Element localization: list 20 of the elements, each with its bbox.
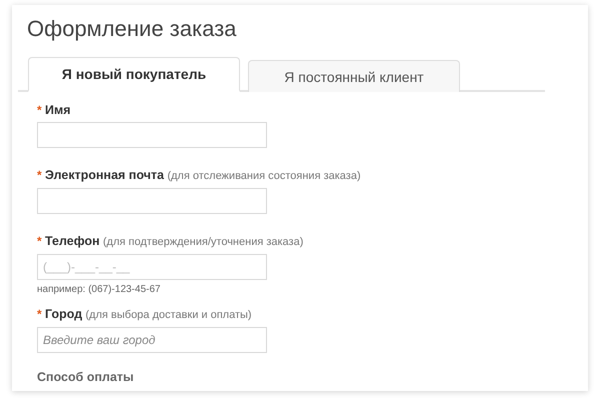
field-label: Электронная почта (45, 168, 164, 182)
field-label: Имя (45, 103, 71, 117)
tab[interactable]: Я новый покупатель (28, 57, 240, 92)
field-label: Телефон (45, 234, 100, 248)
field-note: (для подтверждения/уточнения заказа) (103, 236, 304, 248)
input-field[interactable]: Введите ваш город (37, 327, 267, 353)
field-label: Город (45, 307, 82, 321)
input-field[interactable] (37, 188, 267, 214)
section-heading: Способ оплаты (37, 370, 135, 385)
required-marker: * (37, 234, 42, 248)
input-field[interactable] (37, 122, 267, 148)
field-note: (для выбора доставки и оплаты) (86, 309, 252, 321)
page-title: Оформление заказа (27, 15, 238, 43)
required-marker: * (37, 103, 42, 117)
required-marker: * (37, 168, 42, 182)
field-note: (для отслеживания состояния заказа) (167, 170, 361, 182)
input-field[interactable]: (___)-___-__-__ (37, 254, 267, 280)
tab[interactable]: Я постоянный клиент (248, 60, 460, 92)
required-marker: * (37, 307, 42, 321)
example-hint: например: (067)-123-45-67 (37, 284, 162, 295)
